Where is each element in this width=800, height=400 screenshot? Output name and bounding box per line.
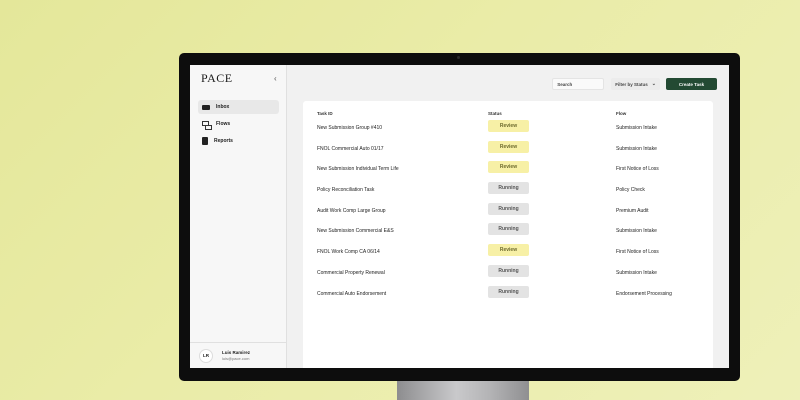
task-id-cell: Audit Work Comp Large Group (317, 207, 386, 214)
task-id-cell: FNOL Commercial Auto 01/17 (317, 145, 384, 152)
chevron-down-icon: ⌄ (651, 81, 656, 87)
app-screen: PACE ‹ Inbox Flows Reports LR Luis Ramir… (190, 65, 729, 368)
table-row[interactable]: New Submission Commercial E&S Running Subm… (303, 220, 713, 241)
user-email: luis@pace.com (222, 356, 250, 361)
task-table: Task ID Status Flow New Submission Group… (303, 101, 713, 368)
column-header-flow[interactable]: Flow (616, 111, 626, 116)
status-badge: Running (488, 285, 529, 298)
status-badge: Review (488, 140, 529, 153)
task-id-cell: Commercial Auto Endorsement (317, 290, 387, 297)
column-header-task-id[interactable]: Task ID (317, 111, 333, 116)
status-badge: Review (488, 120, 529, 132)
flow-cell: Submission Intake (616, 269, 657, 276)
flow-cell: First Notice of Loss (616, 166, 659, 173)
table-row[interactable]: New Submission Group #410 Review Submissio… (303, 117, 713, 138)
flow-cell: Policy Check (616, 187, 645, 194)
flow-cell: Submission Intake (616, 228, 657, 235)
sidebar-item-inbox[interactable]: Inbox (198, 100, 279, 114)
toolbar: Search Filter by Status ⌄ Create Task (552, 78, 717, 90)
collapse-sidebar-icon[interactable]: ‹ (274, 74, 277, 83)
sidebar-item-label: Reports (214, 138, 233, 144)
user-profile[interactable]: LR Luis Ramirez luis@pace.com (190, 342, 286, 368)
inbox-icon (202, 104, 210, 110)
sidebar-item-label: Inbox (216, 104, 230, 110)
sidebar: PACE ‹ Inbox Flows Reports LR Luis Ramir… (190, 65, 287, 368)
sidebar-nav: Inbox Flows Reports (198, 100, 279, 151)
status-badge: Running (488, 264, 529, 277)
filter-by-status-dropdown[interactable]: Filter by Status ⌄ (611, 78, 660, 90)
app-logo: PACE (201, 71, 233, 85)
user-name: Luis Ramirez (222, 350, 251, 355)
table-row[interactable]: Audit Work Comp Large Group Running Premiu… (303, 200, 713, 221)
table-row[interactable]: FNOL Work Comp CA 06/14 Review First Notic… (303, 241, 713, 262)
avatar: LR (199, 348, 213, 363)
table-row[interactable]: FNOL Commercial Auto 01/17 Review Submissi… (303, 138, 713, 159)
camera-dot (457, 56, 460, 59)
task-id-cell: FNOL Work Comp CA 06/14 (317, 249, 380, 256)
sidebar-item-flows[interactable]: Flows (198, 117, 279, 131)
task-id-cell: Commercial Property Renewal (317, 269, 385, 276)
task-id-cell: New Submission Individual Term Life (317, 166, 399, 173)
task-id-cell: Policy Reconciliation Task (317, 187, 375, 194)
flows-icon (202, 120, 212, 130)
table-body: New Submission Group #410 Review Submissio… (303, 117, 713, 303)
status-badge: Running (488, 182, 529, 195)
table-row[interactable]: Commercial Property Renewal Running Submis… (303, 262, 713, 283)
reports-icon (202, 137, 208, 145)
table-header: Task ID Status Flow (303, 101, 713, 117)
status-badge: Running (488, 223, 529, 236)
create-task-button[interactable]: Create Task (666, 78, 717, 90)
flow-cell: Premium Audit (616, 207, 649, 214)
flow-cell: Submission Intake (616, 125, 657, 131)
flow-cell: Submission Intake (616, 145, 657, 152)
status-badge: Review (488, 244, 529, 257)
sidebar-item-label: Flows (216, 121, 231, 127)
table-row[interactable]: Commercial Auto Endorsement Running Endors… (303, 283, 713, 304)
monitor: PACE ‹ Inbox Flows Reports LR Luis Ramir… (179, 53, 740, 381)
task-id-cell: New Submission Commercial E&S (317, 228, 394, 235)
sidebar-item-reports[interactable]: Reports (198, 134, 279, 148)
flow-cell: Endorsement Processing (616, 290, 672, 297)
search-input[interactable]: Search (552, 78, 605, 90)
status-badge: Review (488, 161, 529, 174)
main-content: Search Filter by Status ⌄ Create Task Ta… (287, 65, 729, 368)
flow-cell: First Notice of Loss (616, 249, 659, 256)
status-badge: Running (488, 202, 529, 215)
filter-label: Filter by Status (615, 81, 648, 87)
table-row[interactable]: New Submission Individual Term Life Revie… (303, 158, 713, 179)
task-id-cell: New Submission Group #410 (317, 125, 383, 131)
column-header-status[interactable]: Status (488, 111, 502, 116)
table-row[interactable]: Policy Reconciliation Task Running Policy … (303, 179, 713, 200)
